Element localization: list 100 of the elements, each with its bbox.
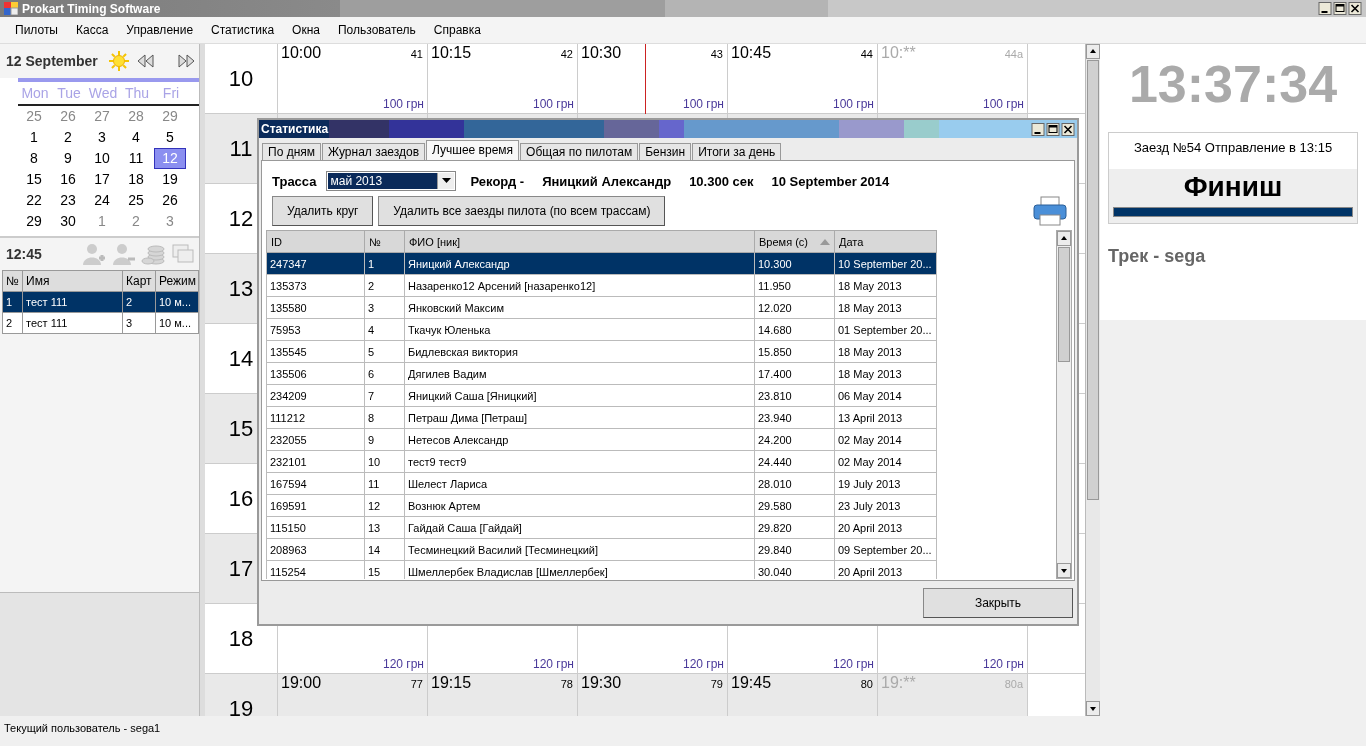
calendar-day[interactable]: 10 [86,148,118,169]
column-header[interactable]: № [2,270,23,292]
minimize-button[interactable] [1031,122,1045,136]
calendar-day[interactable]: 4 [120,127,152,148]
tab[interactable]: Журнал заездов [322,143,425,160]
calendar-day[interactable]: 3 [86,127,118,148]
table-cell: 135506 [266,362,365,385]
tab[interactable]: Общая по пилотам [520,143,639,160]
table-row[interactable]: 135580 3 Янковский Максим 12.020 18 May 2013 [266,296,937,319]
calendar-day[interactable]: 5 [154,127,186,148]
calendar-day[interactable]: 28 [120,106,152,127]
calendar-day[interactable]: 15 [18,169,50,190]
calendar-day[interactable]: 2 [52,127,84,148]
minimize-button[interactable] [1318,2,1332,15]
scroll-up-icon[interactable] [1086,44,1100,59]
menu-item[interactable]: Касса [67,23,118,37]
table-row[interactable]: 232101 10 тест9 тест9 24.440 02 May 2014 [266,450,937,473]
table-row[interactable]: 111212 8 Петраш Дима [Петраш] 23.940 13 April 2013 [266,406,937,429]
table-row[interactable]: 135506 6 Дягилев Вадим 17.400 18 May 2013 [266,362,937,385]
column-header[interactable]: № [364,230,405,253]
column-header[interactable]: Дата [834,230,937,253]
calendar-day[interactable]: 11 [120,148,152,169]
slot-price: 120 грн [382,657,425,673]
calendar-day[interactable]: 22 [18,190,50,211]
race-caption: Заезд №54 Отправление в 13:15 [1133,140,1333,155]
fast-forward-icon[interactable] [175,53,196,69]
calendar-day[interactable]: 26 [52,106,84,127]
action-button[interactable]: Удалить круг [272,196,374,226]
session-row[interactable]: 1 тест 111 2 10 м... [2,291,199,313]
close-button[interactable] [1061,122,1075,136]
calendar-day[interactable]: 24 [86,190,118,211]
calendar-day[interactable]: 25 [120,190,152,211]
table-row[interactable]: 208963 14 Тесминецкий Василий [Тесминецкий] 29.840 09 September 20... [266,538,937,561]
column-header[interactable]: Режим [155,270,199,292]
column-header[interactable]: Время (с) [754,230,835,253]
calendar-day[interactable]: 2 [120,211,152,232]
table-row[interactable]: 167594 11 Шелест Лариса 28.010 19 July 2013 [266,472,937,495]
calendar-day[interactable]: 29 [18,211,50,232]
maximize-button[interactable] [1333,2,1347,15]
slot-number: 80a [1004,678,1023,690]
scrollbar[interactable] [1085,44,1100,716]
calendar-day[interactable]: 30 [52,211,84,232]
race-status: Финиш [1183,171,1283,202]
table-row[interactable]: 247347 1 Яницкий Александр 10.300 10 September 20... [266,252,937,275]
column-header[interactable]: ФИО [ник] [404,230,755,253]
menu-item[interactable]: Окна [283,23,329,37]
table-row[interactable]: 135545 5 Бидлевская виктория 15.850 18 May 2013 [266,340,937,363]
menu-item[interactable]: Управление [117,23,203,37]
scroll-up-icon[interactable] [1057,231,1071,246]
table-row[interactable]: 232055 9 Нетесов Александр 24.200 02 May 2014 [266,428,937,451]
table-cell: 19 July 2013 [834,472,937,495]
menu-item[interactable]: Статистика [202,23,284,37]
tab[interactable]: По дням [262,143,321,160]
column-header[interactable]: Имя [22,270,123,292]
calendar-day[interactable]: 3 [154,211,186,232]
column-header[interactable]: Карт [122,270,156,292]
table-row[interactable]: 135373 2 Назаренко12 Арсений [назаренко12] 11.950 18 May 2013 [266,274,937,297]
calendar-day[interactable]: 1 [18,127,50,148]
rewind-icon[interactable] [135,53,156,69]
close-button[interactable] [1348,2,1362,15]
table-row[interactable]: 115254 15 Шмеллербек Владислав [Шмеллербек] 30.040 20 April 2013 [266,560,937,579]
calendar-day[interactable]: 23 [52,190,84,211]
calendar-day[interactable]: 18 [120,169,152,190]
calendar-day[interactable]: 8 [18,148,50,169]
tab[interactable]: Лучшее время [426,140,520,160]
table-row[interactable]: 75953 4 Ткачук Юленька 14.680 01 September 20... [266,318,937,341]
tab[interactable]: Бензин [639,143,692,160]
slot-time: 19:30 [581,674,622,692]
table-cell: 14 [364,538,405,561]
session-row[interactable]: 2 тест 111 3 10 м... [2,312,199,334]
scrollbar[interactable] [1056,230,1072,579]
table-row[interactable]: 115150 13 Гайдай Саша [Гайдай] 29.820 20 April 2013 [266,516,937,539]
menu-item[interactable]: Пользователь [329,23,425,37]
table-cell: 232101 [266,450,365,473]
menu-item[interactable]: Справка [424,23,490,37]
scroll-down-icon[interactable] [1086,701,1100,716]
scroll-down-icon[interactable] [1057,563,1071,578]
scrollbar-thumb[interactable] [1087,60,1099,500]
calendar-day[interactable]: 29 [154,106,186,127]
table-cell: 24.440 [754,450,835,473]
calendar-day[interactable]: 9 [52,148,84,169]
action-button[interactable]: Удалить все заезды пилота (по всем трассам) [378,196,666,226]
dropdown-arrow-icon[interactable] [441,178,451,184]
calendar-day[interactable]: 19 [154,169,186,190]
menu-item[interactable]: Пилоты [6,23,67,37]
calendar-day[interactable]: 17 [86,169,118,190]
table-row[interactable]: 234209 7 Яницкий Саша [Яницкий] 23.810 06 May 2014 [266,384,937,407]
column-header[interactable]: ID [266,230,365,253]
table-row[interactable]: 169591 12 Вознюк Артем 29.580 23 July 2013 [266,494,937,517]
scrollbar-thumb[interactable] [1058,247,1070,362]
tab[interactable]: Итоги за день [692,143,782,160]
calendar-day[interactable]: 25 [18,106,50,127]
track-dropdown[interactable]: май 2013 [326,171,457,191]
calendar-day[interactable]: 27 [86,106,118,127]
close-dialog-button[interactable]: Закрыть [923,587,1073,618]
calendar-day[interactable]: 16 [52,169,84,190]
calendar-day[interactable]: 1 [86,211,118,232]
calendar-day[interactable]: 26 [154,190,186,211]
maximize-button[interactable] [1046,122,1060,136]
printer-icon[interactable] [1032,195,1068,227]
